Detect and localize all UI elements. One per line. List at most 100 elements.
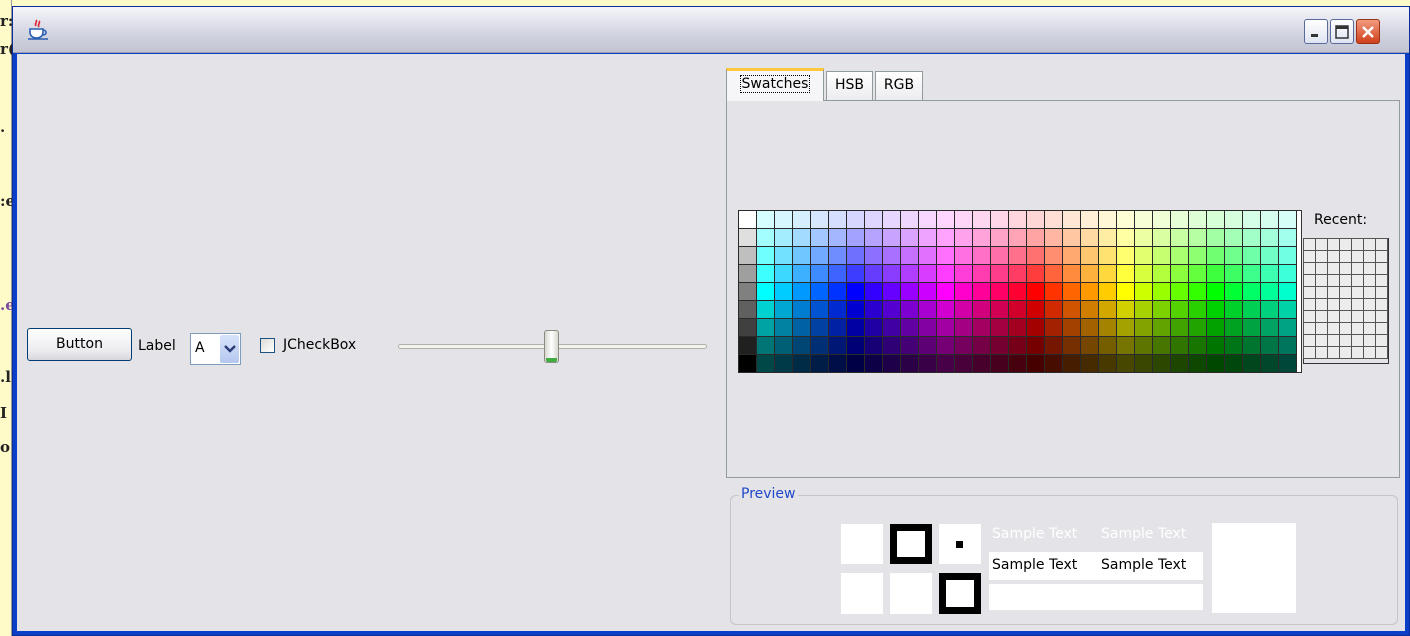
color-swatch[interactable] <box>1116 318 1135 337</box>
color-swatch[interactable] <box>792 282 811 301</box>
color-swatch[interactable] <box>1134 336 1153 355</box>
color-swatch[interactable] <box>810 318 829 337</box>
color-swatch[interactable] <box>1224 282 1243 301</box>
color-swatch[interactable] <box>1206 300 1225 319</box>
color-swatch[interactable] <box>1224 228 1243 247</box>
color-swatch[interactable] <box>918 246 937 265</box>
color-swatch[interactable] <box>1170 246 1189 265</box>
color-swatch[interactable] <box>1278 210 1297 229</box>
color-swatch[interactable] <box>1278 336 1297 355</box>
color-swatch[interactable] <box>972 354 991 373</box>
color-swatch[interactable] <box>1116 246 1135 265</box>
color-swatch[interactable] <box>738 336 757 355</box>
maximize-button[interactable] <box>1330 19 1354 44</box>
color-swatch[interactable] <box>918 264 937 283</box>
color-swatch[interactable] <box>900 246 919 265</box>
color-swatch[interactable] <box>774 300 793 319</box>
color-swatch[interactable] <box>918 336 937 355</box>
color-swatch[interactable] <box>1062 336 1081 355</box>
color-swatch[interactable] <box>1170 210 1189 229</box>
color-swatch[interactable] <box>1116 210 1135 229</box>
color-swatch[interactable] <box>828 354 847 373</box>
color-swatch[interactable] <box>792 318 811 337</box>
color-swatch[interactable] <box>1152 246 1171 265</box>
color-swatch[interactable] <box>1098 228 1117 247</box>
letter-combo-box[interactable]: A <box>190 333 241 365</box>
color-swatch[interactable] <box>1242 246 1261 265</box>
color-swatch[interactable] <box>1080 246 1099 265</box>
color-swatch[interactable] <box>1188 282 1207 301</box>
color-swatch[interactable] <box>936 282 955 301</box>
color-swatch[interactable] <box>918 318 937 337</box>
color-swatch[interactable] <box>1260 228 1279 247</box>
color-swatch[interactable] <box>1170 282 1189 301</box>
color-swatch[interactable] <box>1242 282 1261 301</box>
color-swatch[interactable] <box>846 336 865 355</box>
color-swatch[interactable] <box>1062 354 1081 373</box>
color-swatch[interactable] <box>828 336 847 355</box>
color-swatch[interactable] <box>792 210 811 229</box>
color-swatch[interactable] <box>954 318 973 337</box>
color-swatch[interactable] <box>936 228 955 247</box>
color-swatch[interactable] <box>900 336 919 355</box>
color-swatch[interactable] <box>774 228 793 247</box>
color-swatch[interactable] <box>1026 264 1045 283</box>
color-swatch[interactable] <box>936 246 955 265</box>
color-swatch[interactable] <box>792 354 811 373</box>
color-swatch[interactable] <box>774 336 793 355</box>
color-swatch[interactable] <box>954 210 973 229</box>
color-swatch[interactable] <box>954 246 973 265</box>
color-swatch[interactable] <box>1062 210 1081 229</box>
color-swatch[interactable] <box>990 336 1009 355</box>
color-swatch[interactable] <box>774 264 793 283</box>
color-swatch[interactable] <box>954 336 973 355</box>
color-swatch[interactable] <box>846 300 865 319</box>
color-swatch[interactable] <box>1008 246 1027 265</box>
color-swatch[interactable] <box>1260 210 1279 229</box>
color-swatch[interactable] <box>1098 210 1117 229</box>
color-swatch[interactable] <box>1152 300 1171 319</box>
color-swatch[interactable] <box>936 300 955 319</box>
color-swatch[interactable] <box>1134 228 1153 247</box>
color-swatch[interactable] <box>828 300 847 319</box>
color-swatch[interactable] <box>738 210 757 229</box>
color-swatch[interactable] <box>936 336 955 355</box>
color-swatch[interactable] <box>1116 300 1135 319</box>
color-swatch[interactable] <box>936 354 955 373</box>
color-swatch[interactable] <box>1116 336 1135 355</box>
color-swatch[interactable] <box>936 210 955 229</box>
color-swatch[interactable] <box>882 228 901 247</box>
color-swatch[interactable] <box>1224 300 1243 319</box>
color-swatch[interactable] <box>990 282 1009 301</box>
color-swatch[interactable] <box>810 300 829 319</box>
color-swatch[interactable] <box>972 300 991 319</box>
color-swatch[interactable] <box>882 300 901 319</box>
color-swatch[interactable] <box>774 318 793 337</box>
color-swatch[interactable] <box>1098 318 1117 337</box>
color-swatch[interactable] <box>1134 318 1153 337</box>
color-swatch[interactable] <box>900 318 919 337</box>
color-swatch[interactable] <box>1206 246 1225 265</box>
color-swatch[interactable] <box>846 246 865 265</box>
color-swatch[interactable] <box>1188 246 1207 265</box>
color-swatch[interactable] <box>864 282 883 301</box>
color-swatch[interactable] <box>738 282 757 301</box>
color-swatch[interactable] <box>864 318 883 337</box>
color-swatch[interactable] <box>738 354 757 373</box>
color-swatch[interactable] <box>792 228 811 247</box>
color-swatch[interactable] <box>792 264 811 283</box>
color-swatch[interactable] <box>1008 318 1027 337</box>
color-swatch[interactable] <box>972 318 991 337</box>
color-swatch[interactable] <box>1026 210 1045 229</box>
color-swatch[interactable] <box>1116 264 1135 283</box>
color-swatch[interactable] <box>990 318 1009 337</box>
color-swatch[interactable] <box>1044 282 1063 301</box>
color-swatch[interactable] <box>1098 354 1117 373</box>
color-swatch[interactable] <box>972 282 991 301</box>
tab-hsb[interactable]: HSB <box>826 71 873 100</box>
color-swatch[interactable] <box>1026 228 1045 247</box>
push-button[interactable]: Button <box>27 328 132 361</box>
color-swatch[interactable] <box>738 246 757 265</box>
color-swatch[interactable] <box>1098 336 1117 355</box>
color-swatch[interactable] <box>828 264 847 283</box>
